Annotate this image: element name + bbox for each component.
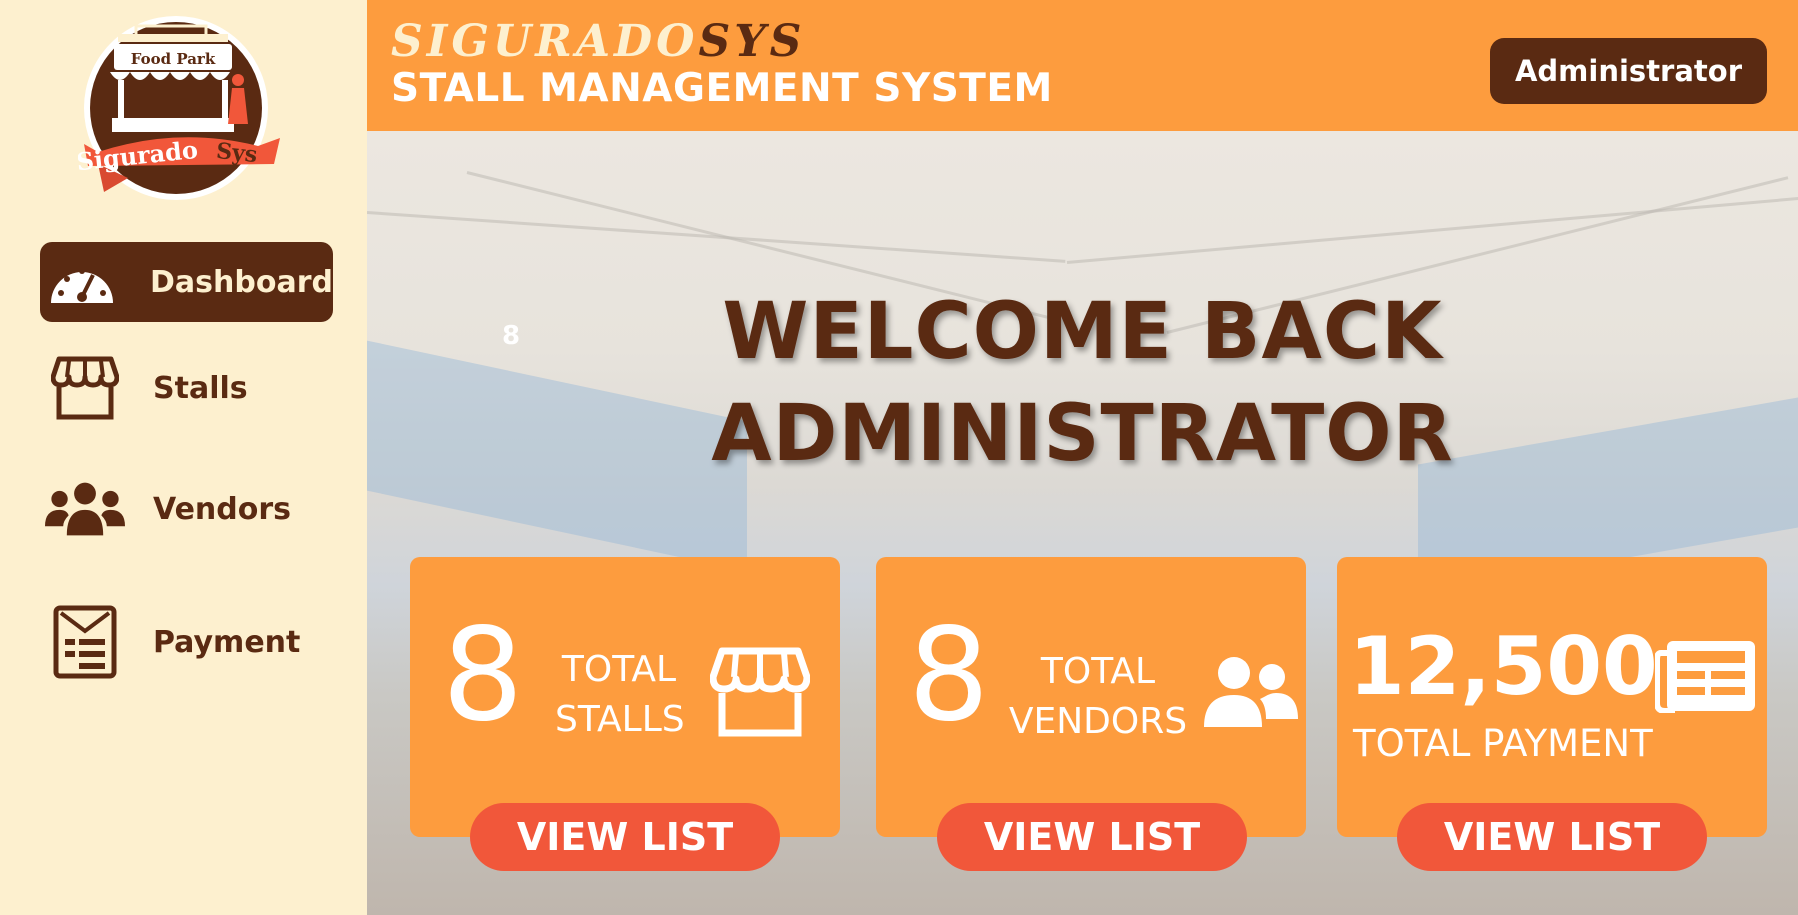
administrator-button[interactable]: Administrator (1490, 38, 1767, 104)
total-stalls-value: 8 (442, 601, 524, 750)
welcome-line-1: WELCOME BACK (722, 287, 1443, 377)
sidebar-item-label: Payment (153, 624, 301, 660)
storefront-icon (709, 647, 811, 742)
card-label-line: TOTAL (1040, 651, 1156, 692)
view-payment-list-button[interactable]: VIEW LIST (1397, 803, 1707, 871)
storefront-icon (45, 348, 125, 428)
newspaper-icon (1654, 639, 1757, 718)
users-group-icon (45, 469, 125, 549)
view-stalls-list-button[interactable]: VIEW LIST (470, 803, 780, 871)
svg-text:Food Park: Food Park (131, 50, 216, 68)
users-pair-icon (1200, 653, 1300, 734)
background-decoration (1066, 196, 1798, 264)
sidebar-item-payment[interactable]: Payment (40, 602, 333, 682)
brand-logotype: SIGURADOSYS (391, 16, 805, 67)
sidebar-item-label: Dashboard (150, 264, 333, 300)
sidebar-item-dashboard[interactable]: Dashboard (40, 242, 333, 322)
background-decoration (367, 211, 1066, 263)
total-vendors-value: 8 (908, 601, 990, 750)
total-payment-label: TOTAL PAYMENT (1353, 722, 1653, 765)
dashboard-main: 8 WELCOME BACK ADMINISTRATOR 8 TOTAL STA… (367, 131, 1798, 915)
brand-part-a: SIGURADO (391, 16, 699, 67)
receipt-icon (45, 602, 125, 682)
total-stalls-label: TOTAL STALLS (555, 645, 685, 745)
total-vendors-label: TOTAL VENDORS (1004, 647, 1192, 747)
view-vendors-list-button[interactable]: VIEW LIST (937, 803, 1247, 871)
sidebar-item-vendors[interactable]: Vendors (40, 469, 333, 549)
food-park-logo: Food Park Sigurado Sys (75, 14, 282, 204)
card-label-line: VENDORS (1008, 701, 1188, 742)
system-subtitle: STALL MANAGEMENT SYSTEM (391, 66, 1053, 111)
welcome-heading: WELCOME BACK ADMINISTRATOR (367, 281, 1798, 485)
sidebar-item-stalls[interactable]: Stalls (40, 348, 333, 428)
sidebar-item-label: Vendors (153, 491, 292, 527)
dashboard-gauge-icon (45, 242, 118, 322)
welcome-line-2: ADMINISTRATOR (711, 389, 1454, 479)
brand-part-b: SYS (698, 16, 806, 67)
total-vendors-card: 8 TOTAL VENDORS (876, 557, 1306, 837)
sidebar: Food Park Sigurado Sys Dashboard Stalls … (0, 0, 367, 915)
card-label-line: TOTAL (561, 649, 677, 690)
card-label-line: STALLS (555, 699, 685, 740)
total-payment-value: 12,500 (1349, 620, 1658, 713)
top-header: SIGURADOSYS STALL MANAGEMENT SYSTEM Admi… (367, 0, 1798, 131)
total-stalls-card: 8 TOTAL STALLS (410, 557, 840, 837)
total-payment-card: 12,500 TOTAL PAYMENT (1337, 557, 1767, 837)
svg-text:Sys: Sys (215, 138, 259, 168)
sidebar-item-label: Stalls (153, 370, 248, 406)
